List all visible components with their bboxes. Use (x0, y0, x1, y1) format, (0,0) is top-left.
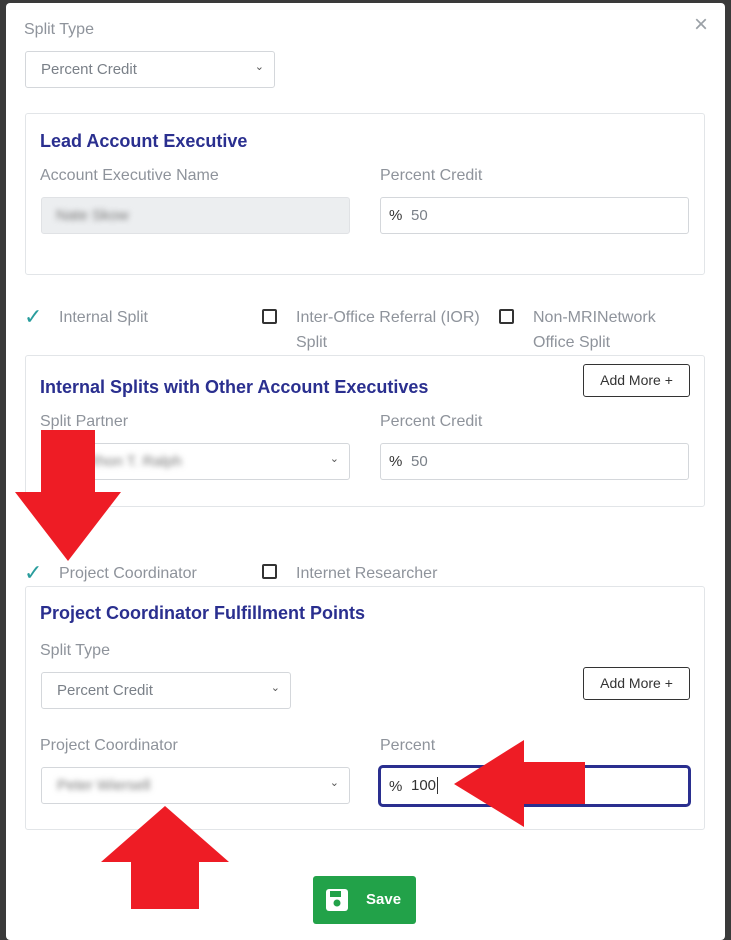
ae-name-field: Nate Skow (41, 197, 350, 234)
ae-percent-label: Percent Credit (380, 167, 483, 184)
chevron-down-icon: ⌄ (254, 61, 264, 73)
ior-split-option[interactable]: Inter-Office Referral (IOR) Split (296, 305, 481, 355)
check-icon[interactable]: ✓ (24, 562, 42, 584)
pc-percent-label: Percent (380, 737, 436, 754)
check-icon[interactable]: ✓ (24, 306, 42, 328)
internal-splits-title: Internal Splits with Other Account Execu… (40, 377, 429, 397)
partner-percent-input[interactable]: % 50 (380, 443, 689, 480)
internal-split-option[interactable]: Internal Split (59, 305, 148, 330)
pc-percent-value: 100 (411, 777, 439, 794)
lead-ae-card: Lead Account Executive Account Executive… (25, 113, 705, 275)
save-label: Save (366, 891, 402, 908)
partner-percent-value: 50 (411, 453, 428, 470)
pc-split-type-label: Split Type (40, 642, 110, 659)
percent-icon: % (389, 453, 403, 470)
pc-fulfillment-title: Project Coordinator Fulfillment Points (40, 603, 366, 623)
pc-coordinator-select[interactable]: Peter Wiersell ⌄ (41, 767, 350, 804)
ae-percent-input[interactable]: % 50 (380, 197, 689, 234)
floppy-disk-icon (326, 889, 348, 911)
add-more-button[interactable]: Add More + (583, 364, 690, 397)
internet-researcher-checkbox[interactable] (262, 564, 277, 579)
non-mri-split-option[interactable]: Non-MRINetwork Office Split (533, 305, 693, 355)
split-type-select[interactable]: Percent Credit ⌄ (25, 51, 275, 88)
pc-coordinator-label: Project Coordinator (40, 737, 178, 754)
up-arrow-annotation (101, 806, 229, 909)
pc-fulfillment-card: Project Coordinator Fulfillment Points S… (25, 586, 705, 830)
split-type-value: Percent Credit (41, 61, 137, 78)
non-mri-split-checkbox[interactable] (499, 309, 514, 324)
split-type-label: Split Type (24, 21, 94, 38)
internal-splits-card: Internal Splits with Other Account Execu… (25, 355, 705, 507)
pc-coordinator-value: Peter Wiersell (57, 777, 151, 794)
ae-name-value: Nate Skow (56, 207, 129, 224)
close-icon[interactable]: × (694, 11, 708, 39)
pc-split-type-value: Percent Credit (57, 682, 153, 699)
ae-percent-value: 50 (411, 207, 428, 224)
percent-icon: % (389, 207, 403, 224)
pc-add-more-button[interactable]: Add More + (583, 667, 690, 700)
percent-icon: % (389, 778, 403, 795)
pc-split-type-select[interactable]: Percent Credit ⌄ (41, 672, 291, 709)
ae-name-label: Account Executive Name (40, 167, 219, 184)
internet-researcher-option[interactable]: Internet Researcher (296, 561, 437, 586)
down-arrow-annotation (15, 430, 121, 561)
chevron-down-icon: ⌄ (329, 453, 339, 465)
split-partner-label: Split Partner (40, 413, 129, 430)
partner-percent-label: Percent Credit (380, 413, 483, 430)
ior-split-checkbox[interactable] (262, 309, 277, 324)
save-button[interactable]: Save (313, 876, 416, 924)
chevron-down-icon: ⌄ (270, 682, 280, 694)
project-coordinator-option[interactable]: Project Coordinator (59, 561, 197, 586)
left-arrow-annotation (454, 740, 585, 827)
lead-ae-title: Lead Account Executive (40, 131, 248, 151)
chevron-down-icon: ⌄ (329, 777, 339, 789)
